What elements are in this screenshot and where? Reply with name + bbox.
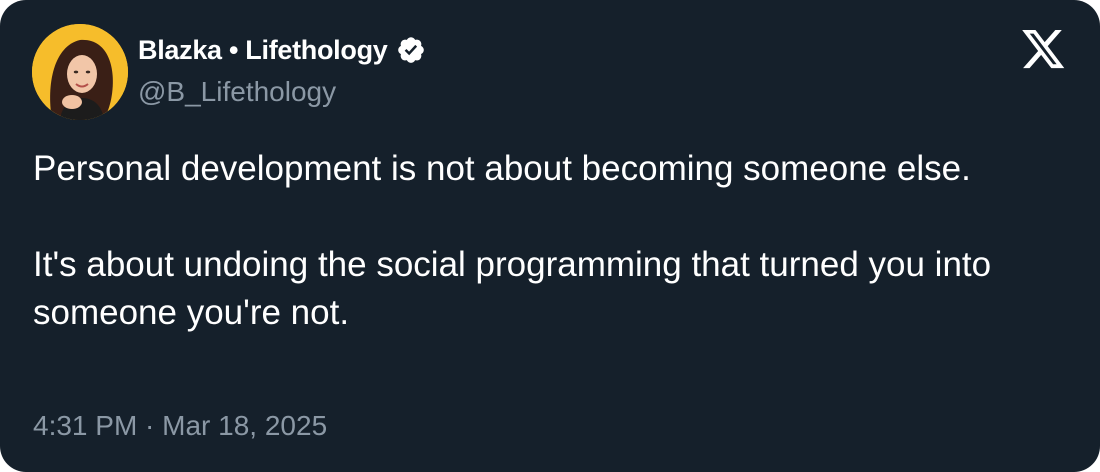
tweet-timestamp[interactable]: 4:31 PM · Mar 18, 2025 — [33, 410, 327, 442]
author-avatar[interactable] — [32, 24, 128, 120]
tweet-card: Blazka • Lifethology @B_Lifethology Pers… — [0, 0, 1100, 472]
avatar-photo-icon — [32, 24, 128, 120]
author-name-row[interactable]: Blazka • Lifethology — [138, 33, 426, 67]
x-logo-icon[interactable] — [1022, 30, 1066, 70]
tweet-body: Personal development is not about becomi… — [33, 145, 1073, 337]
author-display-name[interactable]: Blazka • Lifethology — [138, 35, 388, 66]
author-handle[interactable]: @B_Lifethology — [138, 76, 336, 108]
verified-badge-icon — [396, 35, 426, 65]
tweet-paragraph: Personal development is not about becomi… — [33, 149, 971, 188]
tweet-paragraph: It's about undoing the social programmin… — [33, 245, 1001, 332]
